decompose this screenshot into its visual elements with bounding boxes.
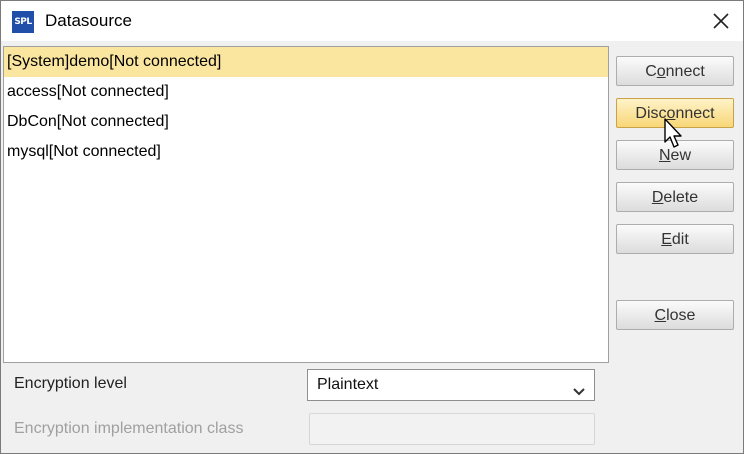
button-label: C	[645, 63, 657, 80]
datasource-dialog: SPL Datasource [System]demo[Not connecte…	[0, 0, 744, 454]
close-icon[interactable]	[707, 7, 735, 35]
button-label: nnect	[665, 63, 705, 80]
delete-button[interactable]: Delete	[616, 182, 734, 212]
encryption-class-label: Encryption implementation class	[14, 420, 244, 437]
button-mnemonic: o	[656, 63, 666, 80]
close-button[interactable]: Close	[616, 300, 734, 330]
list-item[interactable]: [System]demo[Not connected]	[4, 47, 608, 77]
encryption-level-value: Plaintext	[317, 376, 379, 393]
title-bar: SPL Datasource	[1, 1, 743, 41]
button-label: elete	[663, 189, 699, 206]
list-item[interactable]: mysql[Not connected]	[4, 137, 608, 167]
disconnect-button[interactable]: Disconnect	[616, 98, 734, 128]
button-label: ew	[670, 147, 691, 164]
button-mnemonic: N	[658, 147, 671, 164]
chevron-down-icon	[572, 379, 586, 396]
button-label: dit	[671, 231, 689, 248]
button-label: lose	[666, 307, 696, 324]
encryption-level-label: Encryption level	[14, 375, 127, 392]
connect-button[interactable]: Connect	[616, 56, 734, 86]
window-title: Datasource	[45, 11, 132, 30]
button-mnemonic: D	[651, 189, 664, 206]
encryption-class-field	[309, 413, 595, 445]
button-mnemonic: C	[654, 307, 667, 324]
list-item[interactable]: DbCon[Not connected]	[4, 107, 608, 137]
button-label: Disc	[635, 105, 667, 122]
new-button[interactable]: New	[616, 140, 734, 170]
button-label: nnect	[675, 105, 715, 122]
datasource-list[interactable]: [System]demo[Not connected] access[Not c…	[3, 46, 609, 363]
edit-button[interactable]: Edit	[616, 224, 734, 254]
spl-logo-icon: SPL	[12, 11, 34, 33]
button-mnemonic: E	[661, 231, 672, 248]
encryption-level-select[interactable]: Plaintext	[307, 369, 595, 401]
list-item[interactable]: access[Not connected]	[4, 77, 608, 107]
